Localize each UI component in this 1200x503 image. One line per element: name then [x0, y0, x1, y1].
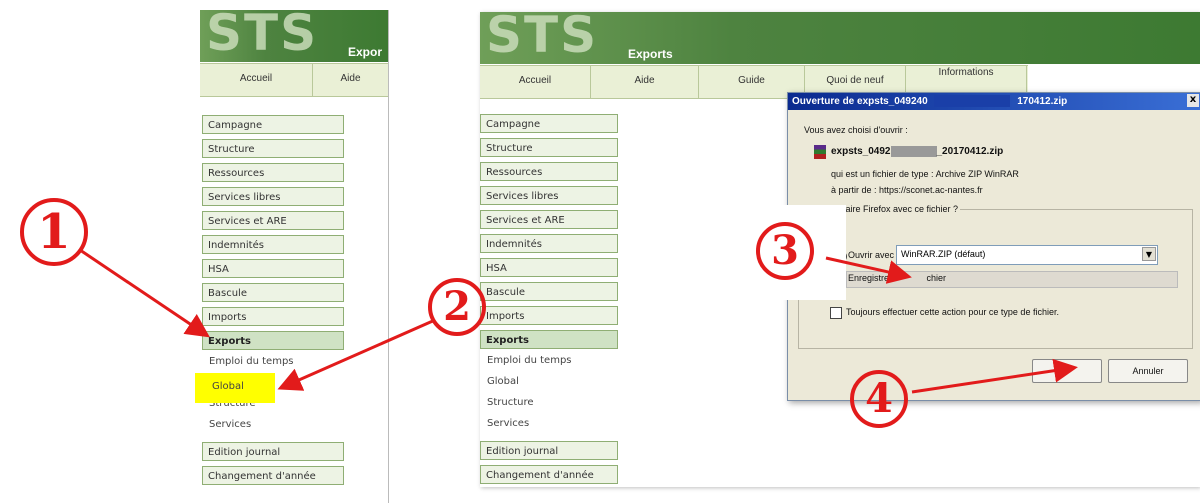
- arrow-step-2: [277, 318, 436, 391]
- arrow-step-4: [911, 358, 1078, 394]
- annotation-arrows: [79, 248, 1078, 394]
- arrow-step-3: [825, 256, 912, 284]
- step-3-badge: 3: [756, 222, 814, 280]
- step-4-badge: 4: [850, 370, 908, 428]
- step-1-badge: 1: [20, 198, 88, 266]
- step-2-badge: 2: [428, 278, 486, 336]
- arrow-step-1: [79, 248, 210, 338]
